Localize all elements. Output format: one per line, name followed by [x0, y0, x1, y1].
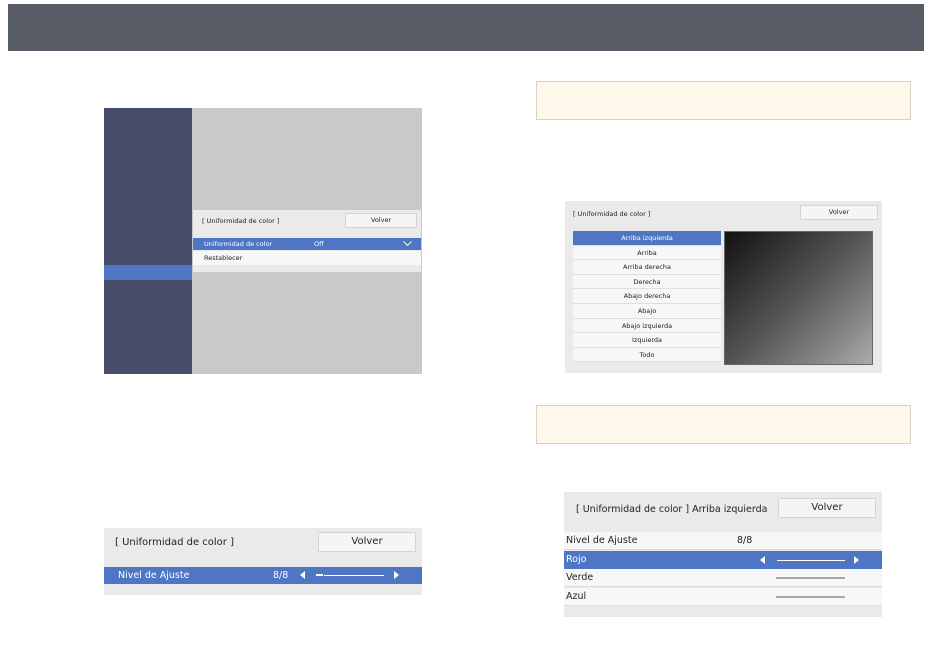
arrow-right-icon[interactable] [854, 556, 859, 564]
row-value: 8/8 [737, 535, 753, 546]
submenu-title: [ Uniformidad de color ] [202, 217, 280, 225]
adjust-level-row[interactable]: Nivel de Ajuste 8/8 [104, 567, 422, 584]
menu-item-value: Off [314, 240, 324, 248]
level-row[interactable]: Nivel de Ajuste 8/8 [564, 532, 882, 550]
arrow-left-icon[interactable] [760, 556, 765, 564]
menu-item-label: Uniformidad de color [204, 240, 273, 248]
area-item[interactable]: Derecha [573, 274, 721, 290]
note-box [536, 81, 911, 120]
menu-item-label: Restablecer [204, 254, 243, 262]
area-item[interactable]: Izquierda [573, 333, 721, 348]
area-item[interactable]: Abajo [573, 303, 721, 319]
area-item[interactable]: Arriba izquierda [573, 231, 721, 246]
row-label: Verde [566, 572, 594, 583]
area-preview [724, 231, 873, 365]
back-button[interactable]: Volver [778, 498, 876, 518]
back-button[interactable]: Volver [318, 532, 416, 552]
area-item[interactable]: Abajo izquierda [573, 318, 721, 334]
row-label: Nivel de Ajuste [118, 570, 190, 581]
slider-track[interactable] [776, 577, 845, 579]
row-label: Azul [566, 591, 587, 602]
row-label: Nivel de Ajuste [566, 535, 638, 546]
area-item[interactable]: Arriba [573, 245, 721, 261]
header-bar [8, 4, 924, 51]
slider-track[interactable] [776, 596, 845, 598]
panel-title: [ Uniformidad de color ] Arriba izquierd… [576, 504, 768, 515]
submenu-panel: [ Uniformidad de color ] Volver Uniformi… [193, 210, 421, 272]
menu-item-uniformidad[interactable]: Uniformidad de color Off [193, 238, 421, 250]
note-box [536, 405, 911, 444]
sidebar-highlight[interactable] [104, 265, 192, 280]
rojo-row[interactable]: Rojo [564, 551, 882, 569]
slider-handle[interactable] [316, 574, 323, 576]
area-item[interactable]: Arriba derecha [573, 260, 721, 275]
area-item[interactable]: Abajo derecha [573, 289, 721, 304]
adjust-level-screen: [ Uniformidad de color ] Volver Nivel de… [104, 528, 422, 595]
slider-track[interactable] [777, 560, 845, 561]
back-button[interactable]: Volver [345, 213, 417, 228]
verde-row[interactable]: Verde [564, 569, 882, 587]
color-adjust-screen: [ Uniformidad de color ] Arriba izquierd… [564, 492, 882, 617]
panel-title: [ Uniformidad de color ] [115, 537, 234, 548]
sidebar [104, 108, 192, 374]
panel-title: [ Uniformidad de color ] [573, 210, 651, 218]
arrow-left-icon[interactable] [300, 571, 305, 579]
row-label: Rojo [566, 554, 587, 565]
menu-item-restablecer[interactable]: Restablecer [193, 251, 421, 265]
slider-track[interactable] [324, 575, 384, 576]
arrow-right-icon[interactable] [394, 571, 399, 579]
area-select-screen: [ Uniformidad de color ] Volver Arriba i… [565, 201, 882, 373]
area-list: Arriba izquierda Arriba Arriba derecha D… [573, 231, 721, 363]
menu-screen-uniformidad: [ Uniformidad de color ] Volver Uniformi… [104, 108, 422, 374]
row-value: 8/8 [273, 570, 289, 581]
azul-row[interactable]: Azul [564, 588, 882, 606]
area-item[interactable]: Todo [573, 347, 721, 363]
chevron-down-icon [403, 241, 412, 247]
back-button[interactable]: Volver [800, 205, 878, 220]
